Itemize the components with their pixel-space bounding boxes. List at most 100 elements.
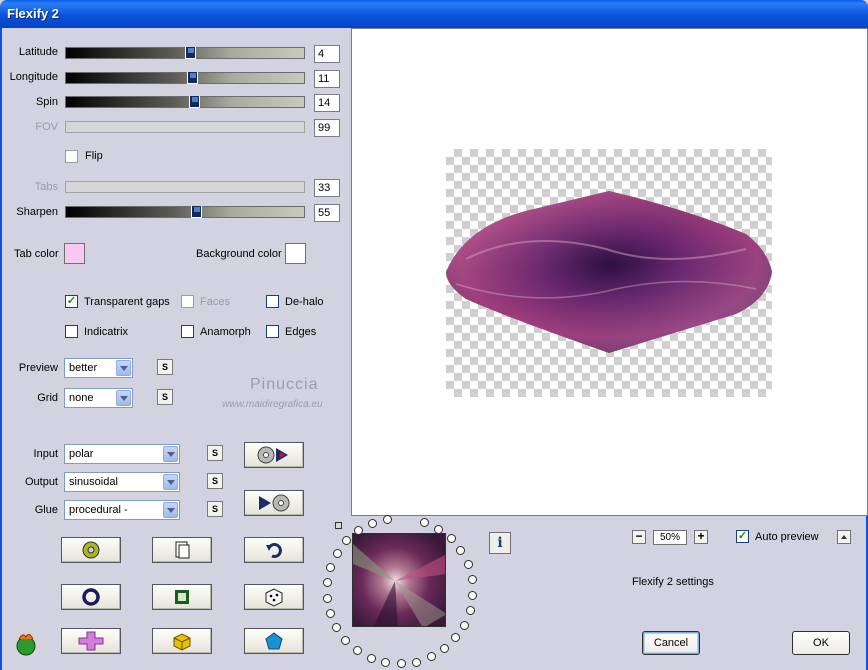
window-title: Flexify 2	[7, 6, 60, 21]
random-dice-button[interactable]	[244, 584, 304, 610]
chevron-down-icon[interactable]	[163, 446, 178, 462]
sphere-dot	[332, 623, 342, 632]
load-input-button[interactable]	[244, 442, 304, 468]
output-projection-select[interactable]: sinusoidal	[64, 472, 180, 492]
sharpen-label: Sharpen	[16, 206, 58, 218]
anamorph-label: Anamorph	[200, 326, 251, 338]
latitude-value[interactable]: 4	[314, 45, 340, 63]
ring-icon	[82, 588, 100, 606]
faces-label: Faces	[200, 296, 230, 308]
cube-button[interactable]	[152, 628, 212, 654]
sharpen-value[interactable]: 55	[314, 204, 340, 222]
edges-checkbox[interactable]	[266, 325, 279, 338]
zoom-out-button[interactable]: −	[632, 530, 646, 544]
disc-play-icon	[257, 446, 288, 464]
input-projection-value: polar	[69, 448, 94, 460]
fov-value: 99	[314, 119, 340, 137]
tabs-slider	[65, 181, 305, 193]
collapse-up-button[interactable]	[837, 530, 851, 544]
transparent-gaps-checkbox[interactable]: ✓	[65, 295, 78, 308]
flip-label: Flip	[85, 150, 103, 162]
info-button[interactable]: i	[489, 532, 511, 554]
sphere-dot	[342, 536, 352, 546]
tabs-value[interactable]: 33	[314, 179, 340, 197]
ok-button[interactable]: OK	[792, 631, 850, 655]
latitude-slider-thumb[interactable]	[185, 47, 196, 59]
anamorph-checkbox[interactable]	[181, 325, 194, 338]
spin-value[interactable]: 14	[314, 94, 340, 112]
glue-s-button[interactable]: S	[207, 501, 223, 517]
sphere-dot	[341, 635, 351, 645]
ring-button[interactable]	[61, 584, 121, 610]
sphere-dot	[463, 560, 473, 570]
de-halo-label: De-halo	[285, 296, 324, 308]
chevron-down-icon[interactable]	[163, 502, 178, 518]
longitude-slider[interactable]	[65, 72, 305, 84]
output-s-button[interactable]: S	[207, 473, 223, 489]
input-label: Input	[33, 448, 58, 460]
tab-color-label: Tab color	[14, 248, 59, 260]
sphere-thumbnail	[353, 534, 445, 626]
sphere-dot	[326, 562, 336, 572]
zoom-in-button[interactable]: +	[694, 530, 708, 544]
sphere-dot	[426, 652, 436, 662]
save-output-button[interactable]	[244, 490, 304, 516]
flip-checkbox[interactable]	[65, 150, 78, 163]
sphere-dot	[332, 548, 342, 558]
sphere-dot	[467, 575, 477, 585]
grid-select[interactable]: none	[64, 388, 133, 408]
undo-button[interactable]	[244, 537, 304, 563]
sphere-handle[interactable]	[335, 522, 342, 529]
sphere-dot	[412, 657, 422, 667]
sphere-dot	[420, 517, 430, 527]
square-button[interactable]	[152, 584, 212, 610]
sphere-dot	[396, 659, 406, 669]
background-color-swatch[interactable]	[285, 243, 306, 264]
tabs-label: Tabs	[34, 181, 58, 193]
sphere-dot	[325, 608, 335, 618]
dialog-body: Latitude 4 Longitude 11 Spin 14 FOV 99 F…	[0, 28, 868, 670]
spin-slider[interactable]	[65, 96, 305, 108]
dice-icon	[265, 588, 283, 607]
square-icon	[175, 590, 189, 604]
longitude-slider-thumb[interactable]	[187, 72, 198, 84]
cancel-button[interactable]: Cancel	[642, 631, 700, 655]
auto-preview-checkbox[interactable]: ✓	[736, 530, 749, 543]
spin-slider-thumb[interactable]	[189, 96, 200, 108]
settings-status-text: Flexify 2 settings	[632, 576, 714, 588]
input-projection-select[interactable]: polar	[64, 444, 180, 464]
transparent-gaps-label: Transparent gaps	[84, 296, 170, 308]
longitude-value[interactable]: 11	[314, 70, 340, 88]
preview-s-button[interactable]: S	[157, 359, 173, 375]
input-s-button[interactable]: S	[207, 445, 223, 461]
latitude-slider[interactable]	[65, 47, 305, 59]
sphere-dot	[456, 546, 466, 556]
de-halo-checkbox[interactable]	[266, 295, 279, 308]
fov-label: FOV	[35, 121, 58, 133]
watermark-url: www.maidiregrafica.eu	[222, 399, 323, 410]
glue-select[interactable]: procedural -	[64, 500, 180, 520]
gear-globe-icon	[82, 541, 100, 559]
sphere-dot	[367, 518, 377, 528]
chevron-down-icon[interactable]	[116, 390, 131, 406]
cross-button[interactable]	[61, 628, 121, 654]
sphere-preview[interactable]	[352, 533, 446, 627]
randomize-all-button[interactable]	[61, 537, 121, 563]
chevron-down-icon[interactable]	[116, 360, 131, 376]
copy-button[interactable]	[152, 537, 212, 563]
pentagon-icon	[265, 632, 283, 650]
preview-quality-select[interactable]: better	[64, 358, 133, 378]
chevron-down-icon[interactable]	[163, 474, 178, 490]
pentagon-button[interactable]	[244, 628, 304, 654]
preview-canvas[interactable]	[351, 28, 868, 516]
page-copy-icon	[175, 541, 190, 559]
sphere-dot	[381, 658, 391, 668]
grid-label: Grid	[37, 392, 58, 404]
longitude-label: Longitude	[9, 71, 58, 83]
sharpen-slider-thumb[interactable]	[191, 206, 202, 218]
sharpen-slider[interactable]	[65, 206, 305, 218]
grid-s-button[interactable]: S	[157, 389, 173, 405]
indicatrix-checkbox[interactable]	[65, 325, 78, 338]
sphere-dot	[366, 653, 376, 663]
tab-color-swatch[interactable]	[64, 243, 85, 264]
